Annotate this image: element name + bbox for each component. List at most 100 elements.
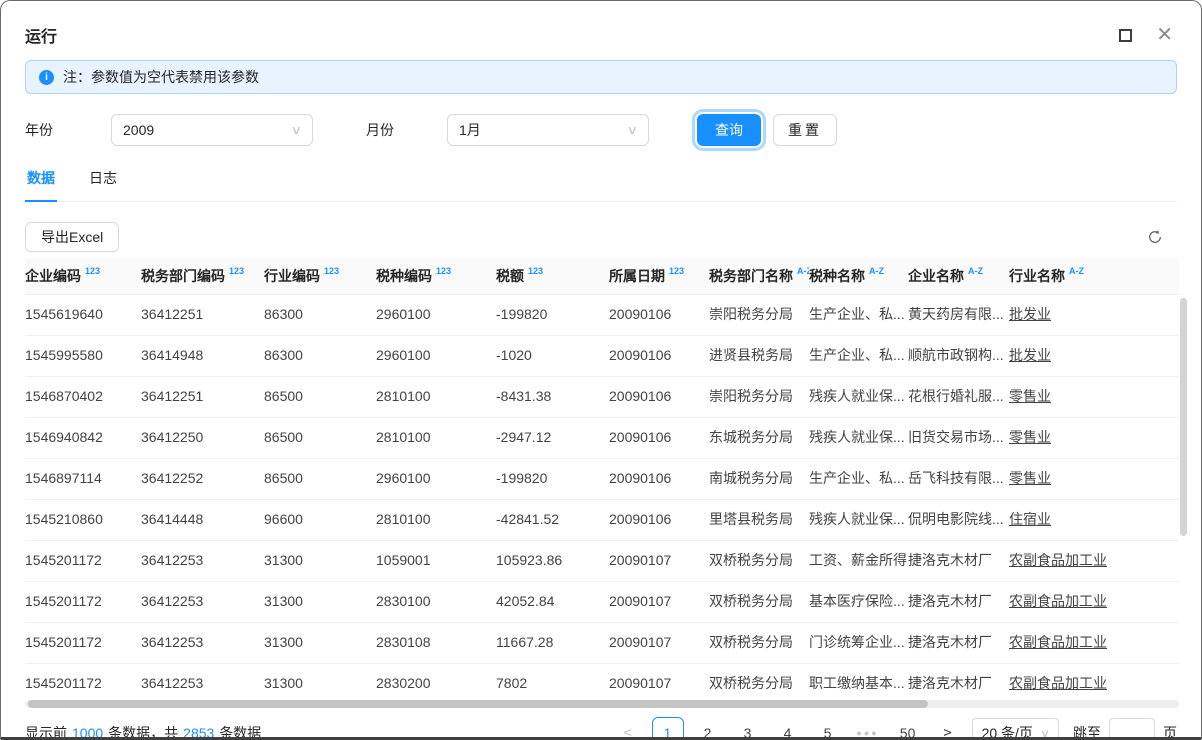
- close-icon[interactable]: ✕: [1156, 25, 1173, 45]
- table-cell: 36412253: [141, 541, 264, 581]
- table-cell: 里塔县税务局: [709, 500, 809, 540]
- table-cell: -8431.38: [496, 377, 609, 417]
- vertical-scrollbar-thumb[interactable]: [1180, 298, 1187, 536]
- table-cell: 1546870402: [25, 377, 141, 417]
- table-cell: -42841.52: [496, 500, 609, 540]
- column-header[interactable]: 税种编码 123: [376, 258, 496, 294]
- chevron-down-icon: ∨: [291, 123, 302, 137]
- table-cell: 20090106: [609, 336, 709, 376]
- tab-data[interactable]: 数据: [25, 164, 57, 201]
- tab-log-label: 日志: [89, 170, 117, 186]
- page-number-1[interactable]: 1: [652, 717, 684, 740]
- year-select[interactable]: 2009 ∨: [111, 114, 313, 146]
- column-header[interactable]: 税务部门编码123: [141, 258, 264, 294]
- info-icon: [39, 70, 54, 85]
- table-cell: 36412251: [141, 295, 264, 335]
- table-cell: 86300: [264, 295, 376, 335]
- column-header[interactable]: 企业名称A-Z: [908, 258, 1009, 294]
- table-cell: 职工缴纳基本...: [809, 664, 908, 704]
- table-cell: 36412252: [141, 459, 264, 499]
- column-header[interactable]: 税务部门名称A-Z: [709, 258, 809, 294]
- column-header[interactable]: 税种名称A-Z: [809, 258, 908, 294]
- table-cell: 基本医疗保险...: [809, 582, 908, 622]
- table-cell: 农副食品加工业: [1009, 664, 1179, 704]
- refresh-icon[interactable]: [1147, 229, 1163, 245]
- table-row[interactable]: 154520117236412253313001059001105923.862…: [25, 541, 1179, 582]
- table-cell: 工资、薪金所得: [809, 541, 908, 581]
- table-row[interactable]: 154694084236412250865002810100-2947.1220…: [25, 418, 1179, 459]
- pagination: < 1 2 3 4 5 ●●● 50 > 20 条/页 ∨ 跳至 页: [612, 717, 1177, 740]
- table-cell: -199820: [496, 459, 609, 499]
- column-header[interactable]: 行业编码123: [264, 258, 376, 294]
- page-size-value: 20 条/页: [982, 723, 1033, 740]
- page-number-2[interactable]: 2: [692, 717, 724, 740]
- table-cell: 2810100: [376, 418, 496, 458]
- table-cell: 20090107: [609, 541, 709, 581]
- column-label: 税种编码: [376, 266, 432, 286]
- table-cell: -1020: [496, 336, 609, 376]
- column-header[interactable]: 所属日期123: [609, 258, 709, 294]
- notice-banner: 注：参数值为空代表禁用该参数: [25, 60, 1177, 94]
- table-cell: 1546940842: [25, 418, 141, 458]
- table-cell: 105923.86: [496, 541, 609, 581]
- page-size-select[interactable]: 20 条/页 ∨: [972, 718, 1059, 740]
- jump-label: 跳至: [1073, 723, 1101, 740]
- table-cell: 20090106: [609, 459, 709, 499]
- sort-numeric-icon: 123: [436, 266, 451, 276]
- table-cell: 31300: [264, 664, 376, 704]
- table-row[interactable]: 154689711436412252865002960100-199820200…: [25, 459, 1179, 500]
- page-number-5[interactable]: 5: [812, 717, 844, 740]
- summary-middle: 条数据，共: [108, 725, 178, 740]
- tab-data-label: 数据: [27, 170, 55, 186]
- table-cell: 崇阳税务分局: [709, 377, 809, 417]
- table-footer: 显示前1000条数据，共2853条数据 < 1 2 3 4 5 ●●● 50 >…: [25, 717, 1177, 740]
- table-cell: 批发业: [1009, 336, 1179, 376]
- next-page-icon[interactable]: >: [932, 717, 964, 740]
- tab-log[interactable]: 日志: [87, 164, 119, 201]
- table-cell: 31300: [264, 541, 376, 581]
- column-header[interactable]: 税额123: [496, 258, 609, 294]
- table-cell: 86500: [264, 418, 376, 458]
- reset-button[interactable]: 重置: [773, 114, 837, 146]
- table-cell: 86300: [264, 336, 376, 376]
- table-toolbar: 导出Excel: [25, 222, 1177, 252]
- table-cell: 20090106: [609, 418, 709, 458]
- table-row[interactable]: 15452011723641225331300283010811667.2820…: [25, 623, 1179, 664]
- jump-page-input[interactable]: [1109, 718, 1155, 740]
- page-number-50[interactable]: 50: [892, 717, 924, 740]
- data-table: 企业编码123 税务部门编码123 行业编码123 税种编码123 税额123 …: [25, 258, 1177, 705]
- maximize-icon[interactable]: [1119, 29, 1132, 42]
- sort-alpha-icon: A-Z: [869, 266, 884, 276]
- table-cell: 双桥税务分局: [709, 541, 809, 581]
- page-number-3[interactable]: 3: [732, 717, 764, 740]
- horizontal-scrollbar-thumb[interactable]: [28, 700, 928, 708]
- table-row[interactable]: 154687040236412251865002810100-8431.3820…: [25, 377, 1179, 418]
- table-row[interactable]: 154599558036414948863002960100-102020090…: [25, 336, 1179, 377]
- table-cell: 捷洛克木材厂: [908, 541, 1009, 581]
- table-cell: 20090107: [609, 664, 709, 704]
- table-row[interactable]: 154521086036414448966002810100-42841.522…: [25, 500, 1179, 541]
- table-row[interactable]: 1545201172364122533130028302007802200901…: [25, 664, 1179, 705]
- column-header[interactable]: 企业编码123: [25, 258, 141, 294]
- query-button[interactable]: 查询: [697, 114, 761, 146]
- chevron-down-icon: ∨: [627, 123, 638, 137]
- table-cell: 顺航市政钢构...: [908, 336, 1009, 376]
- horizontal-scrollbar[interactable]: [25, 700, 1179, 708]
- table-cell: 捷洛克木材厂: [908, 664, 1009, 704]
- table-cell: 旧货交易市场...: [908, 418, 1009, 458]
- ellipsis-jump-icon[interactable]: ●●●: [852, 717, 884, 740]
- table-cell: 36414448: [141, 500, 264, 540]
- export-excel-button[interactable]: 导出Excel: [25, 222, 119, 252]
- table-row[interactable]: 154561964036412251863002960100-199820200…: [25, 295, 1179, 336]
- table-cell: 36414948: [141, 336, 264, 376]
- month-select[interactable]: 1月 ∨: [447, 114, 649, 146]
- table-row[interactable]: 15452011723641225331300283010042052.8420…: [25, 582, 1179, 623]
- page-title: 运行: [25, 23, 57, 47]
- page-number-4[interactable]: 4: [772, 717, 804, 740]
- column-header[interactable]: 行业名称A-Z: [1009, 258, 1179, 294]
- table-cell: 31300: [264, 623, 376, 663]
- prev-page-icon[interactable]: <: [612, 717, 644, 740]
- column-label: 行业编码: [264, 266, 320, 286]
- year-label: 年份: [25, 120, 53, 140]
- table-cell: 崇阳税务分局: [709, 295, 809, 335]
